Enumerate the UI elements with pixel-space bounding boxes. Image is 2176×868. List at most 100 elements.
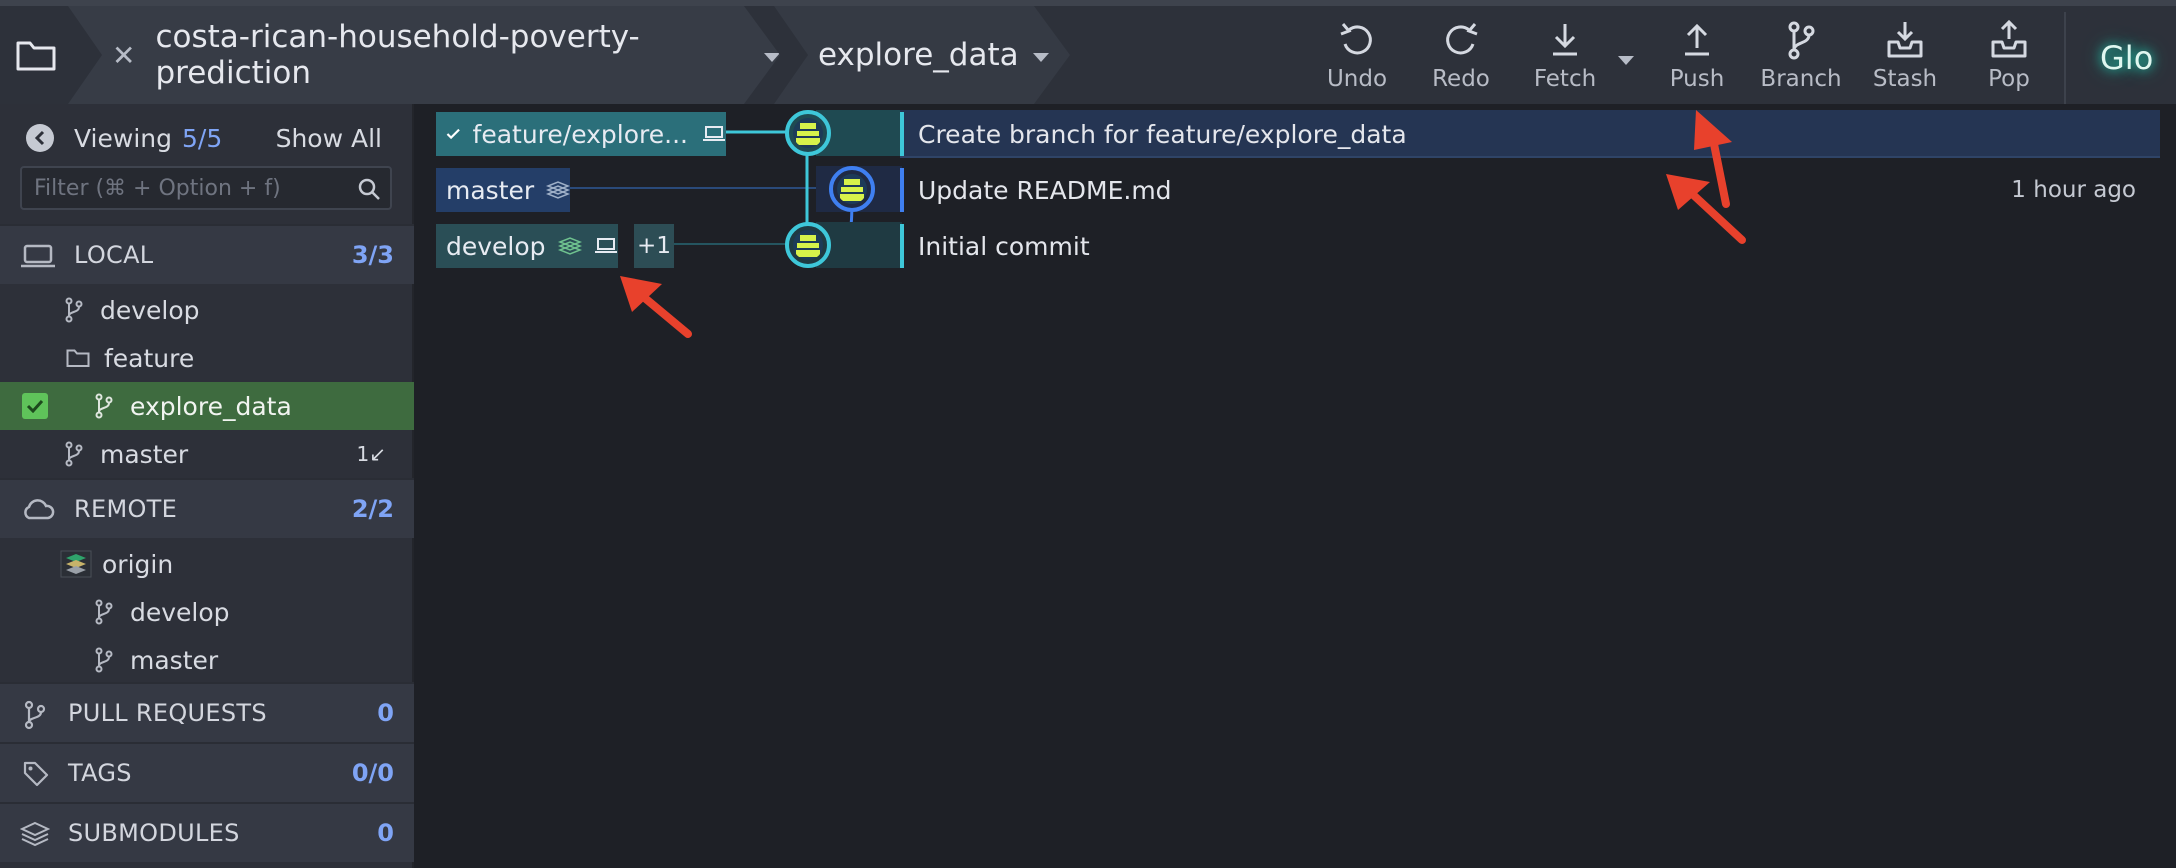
branch-icon	[65, 297, 83, 323]
branch-tag-master[interactable]: master	[436, 168, 571, 212]
pull-requests-count: 0	[377, 699, 394, 727]
pull-request-icon	[24, 700, 46, 730]
pop-button[interactable]: Pop	[1964, 18, 2054, 98]
glo-boards-button[interactable]: Glo	[2064, 12, 2176, 104]
branch-tag-label: feature/explore...	[472, 119, 688, 149]
branch-icon	[95, 599, 113, 625]
branch-breadcrumb[interactable]: explore_data	[774, 6, 1070, 104]
remote-branch-develop[interactable]: develop	[0, 588, 414, 636]
branch-button[interactable]: Branch	[1756, 18, 1846, 98]
pull-requests-label: PULL REQUESTS	[68, 699, 267, 727]
fetch-options-chevron-icon[interactable]	[1618, 56, 1634, 65]
branch-icon	[1788, 21, 1815, 60]
push-label: Push	[1669, 66, 1725, 92]
folder-icon	[16, 41, 56, 71]
branch-icon	[95, 647, 113, 673]
remote-origin[interactable]: origin	[0, 540, 414, 588]
local-branch-master[interactable]: master 1↙	[0, 430, 414, 478]
viewing-bar: Viewing 5/5 Show All	[0, 112, 414, 164]
local-branch-explore-data[interactable]: explore_data	[0, 382, 414, 430]
more-branches-badge[interactable]: +1	[634, 224, 674, 268]
commit-node-avatar[interactable]	[785, 222, 831, 268]
checked-checkbox-icon[interactable]	[22, 393, 48, 419]
branch-tag-develop[interactable]: develop	[436, 224, 618, 268]
commit-graph: Create branch for feature/explore_data f…	[416, 104, 2176, 868]
cloud-icon	[24, 499, 55, 520]
behind-count: 1↙	[356, 442, 386, 466]
commit-time: 1 hour ago	[2011, 177, 2136, 203]
pull-requests-section-header[interactable]: PULL REQUESTS 0	[0, 682, 414, 742]
pop-icon	[1991, 19, 2027, 58]
toolbar: ✕ costa-rican-household-poverty-predicti…	[0, 0, 2176, 104]
commit-message: Create branch for feature/explore_data	[918, 119, 1407, 149]
commit-row[interactable]: Update README.md 1 hour ago	[416, 166, 2160, 214]
commit-row[interactable]: Initial commit	[416, 222, 2160, 270]
commit-message: Initial commit	[918, 231, 1090, 261]
branch-label: master	[100, 439, 189, 469]
tags-count: 0/0	[351, 759, 394, 787]
branch-icon	[65, 441, 83, 467]
local-branch-develop[interactable]: develop	[0, 286, 414, 334]
branch-label: explore_data	[130, 391, 292, 421]
undo-label: Undo	[1326, 66, 1388, 92]
close-repo-icon[interactable]: ✕	[112, 39, 135, 72]
back-arrow-icon[interactable]	[26, 124, 54, 152]
filter-box	[20, 166, 392, 210]
viewing-count: 5/5	[182, 123, 223, 153]
submodules-section-header[interactable]: SUBMODULES 0	[0, 802, 414, 862]
local-label: LOCAL	[74, 241, 154, 269]
remote-branch-master[interactable]: master	[0, 636, 414, 684]
folder-icon	[66, 349, 90, 367]
pop-label: Pop	[1988, 66, 2030, 92]
stash-label: Stash	[1872, 66, 1938, 92]
remote-label: origin	[102, 549, 174, 579]
remote-label: REMOTE	[74, 495, 178, 523]
push-icon	[1685, 23, 1709, 56]
submodules-count: 0	[377, 819, 394, 847]
commit-node-avatar[interactable]	[829, 166, 875, 212]
submodules-label: SUBMODULES	[68, 819, 240, 847]
branch-label: master	[130, 645, 219, 675]
fetch-label: Fetch	[1533, 66, 1597, 92]
annotation-arrow-icon	[620, 276, 692, 338]
search-icon	[358, 178, 380, 200]
remote-avatar-icon	[60, 550, 92, 578]
filter-input[interactable]	[34, 175, 354, 201]
repo-name: costa-rican-household-poverty-prediction	[155, 19, 640, 91]
branch-label: develop	[100, 295, 200, 325]
redo-label: Redo	[1432, 66, 1490, 92]
tags-section-header[interactable]: TAGS 0/0	[0, 742, 414, 802]
push-button[interactable]: Push	[1652, 18, 1742, 98]
undo-button[interactable]: Undo	[1312, 18, 1402, 98]
branch-tag-label: master	[446, 175, 535, 205]
laptop-icon	[21, 244, 55, 268]
local-section-header[interactable]: LOCAL 3/3	[0, 224, 414, 284]
fetch-button[interactable]: Fetch	[1520, 18, 1610, 98]
remote-section-header[interactable]: REMOTE 2/2	[0, 478, 414, 538]
tags-label: TAGS	[68, 759, 132, 787]
show-all-button[interactable]: Show All	[276, 124, 382, 153]
branch-label: develop	[130, 597, 230, 627]
remote-avatar-icon	[546, 181, 571, 199]
undo-icon	[1340, 23, 1372, 55]
repo-chevron-down-icon[interactable]	[764, 52, 780, 62]
branch-chevron-down-icon[interactable]	[1032, 52, 1049, 62]
commit-node-avatar[interactable]	[785, 110, 831, 156]
stash-button[interactable]: Stash	[1860, 18, 1950, 98]
laptop-icon	[703, 126, 725, 141]
branch-tag-label: develop	[446, 231, 546, 261]
repo-breadcrumb[interactable]: ✕ costa-rican-household-poverty-predicti…	[68, 6, 780, 104]
branch-label: Branch	[1760, 66, 1842, 92]
local-count: 3/3	[351, 241, 394, 269]
open-repo-button[interactable]	[0, 6, 72, 104]
folder-label: feature	[104, 343, 195, 373]
commit-message: Update README.md	[918, 175, 1172, 205]
local-folder-feature[interactable]: feature	[0, 334, 414, 382]
remote-avatar-icon	[557, 237, 582, 255]
remote-count: 2/2	[351, 495, 394, 523]
viewing-label: Viewing	[74, 123, 172, 153]
redo-button[interactable]: Redo	[1416, 18, 1506, 98]
left-panel: Viewing 5/5 Show All LOCAL 3/3 develop fe…	[0, 104, 414, 868]
current-branch-name: explore_data	[818, 37, 1019, 73]
branch-tag-feature-explore[interactable]: feature/explore...	[436, 112, 726, 156]
